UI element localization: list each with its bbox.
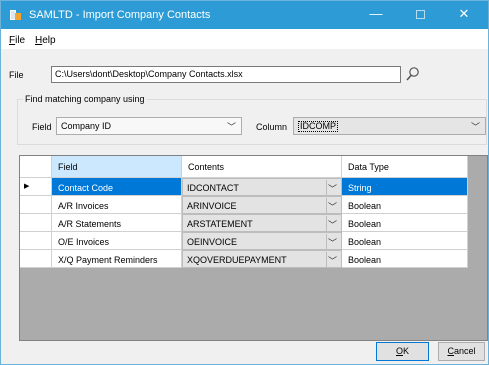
cell-field[interactable]: Contact Code [52,178,182,196]
app-icon [10,10,21,20]
browse-button[interactable] [405,65,421,83]
cell-contents-value: OEINVOICE [187,237,238,247]
mapping-grid[interactable]: Field Contents Data Type ▶ Contact Code … [19,155,488,341]
cell-data-type[interactable]: Boolean [342,196,468,214]
chevron-down-icon: ﹀ [327,256,337,266]
ok-button[interactable]: OK [376,342,429,361]
current-row-icon: ▶ [24,183,30,190]
import-contacts-window: SAMLTD - Import Company Contacts — ✕ Fil… [0,0,489,365]
cell-contents-select[interactable]: XQOVERDUEPAYMENT ﹀ [182,250,342,268]
column-header-contents[interactable]: Contents [182,156,342,178]
cell-contents-value: XQOVERDUEPAYMENT [187,255,287,265]
cell-contents-value: ARINVOICE [187,201,237,211]
field-select[interactable]: Company ID ﹀ [56,117,242,135]
field-label: Field [32,122,52,132]
magnifier-icon [406,67,419,81]
minimize-button[interactable]: — [354,1,398,29]
file-path-input[interactable]: C:\Users\dont\Desktop\Company Contacts.x… [51,66,401,83]
cell-contents-value: IDCONTACT [187,183,239,193]
chevron-down-icon: ﹀ [226,122,236,132]
column-select[interactable]: IDCOMP ﹀ [293,117,486,135]
column-select-value: IDCOMP [298,121,338,132]
chevron-down-icon: ﹀ [327,184,337,194]
cancel-button[interactable]: Cancel [438,342,485,361]
cell-field[interactable]: A/R Invoices [52,196,182,214]
cell-field[interactable]: A/R Statements [52,214,182,232]
menu-help[interactable]: Help [35,35,56,46]
cell-data-type[interactable]: Boolean [342,214,468,232]
chevron-down-icon: ﹀ [327,238,337,248]
row-header[interactable]: ▶ [20,178,52,196]
row-header[interactable] [20,250,52,268]
menu-bar: File Help [1,29,488,49]
row-header[interactable] [20,196,52,214]
maximize-icon [415,10,425,20]
row-header[interactable] [20,232,52,250]
ok-accel: O [395,346,403,356]
menu-file[interactable]: File [9,35,25,46]
close-button[interactable]: ✕ [442,1,486,29]
cell-contents-value: ARSTATEMENT [187,219,253,229]
cell-contents-select[interactable]: ARSTATEMENT ﹀ [182,214,342,232]
column-header-data-type[interactable]: Data Type [342,156,468,178]
window-title: SAMLTD - Import Company Contacts [29,9,211,21]
chevron-down-icon: ﹀ [327,220,337,230]
row-header[interactable] [20,214,52,232]
cell-data-type[interactable]: Boolean [342,250,468,268]
column-header-field[interactable]: Field [52,156,182,178]
cell-contents-select[interactable]: ARINVOICE ﹀ [182,196,342,214]
match-group-title: Find matching company using [23,94,147,104]
maximize-button[interactable] [398,1,442,29]
cell-field[interactable]: X/Q Payment Reminders [52,250,182,268]
field-select-value: Company ID [61,121,112,131]
cell-data-type[interactable]: String [342,178,468,196]
menu-help-rest: elp [42,35,56,46]
chevron-down-icon: ﹀ [470,122,480,132]
cell-field[interactable]: O/E Invoices [52,232,182,250]
column-label: Column [256,122,288,132]
chevron-down-icon: ﹀ [327,202,337,212]
ok-rest: K [403,346,410,356]
menu-file-rest: ile [15,35,26,46]
title-bar[interactable]: SAMLTD - Import Company Contacts — ✕ [1,1,488,29]
file-label: File [9,70,24,80]
cell-contents-select[interactable]: OEINVOICE ﹀ [182,232,342,250]
cancel-rest: ancel [453,346,476,356]
cell-data-type[interactable]: Boolean [342,232,468,250]
grid-corner [20,156,52,178]
cell-contents-select[interactable]: IDCONTACT ﹀ [182,178,342,196]
